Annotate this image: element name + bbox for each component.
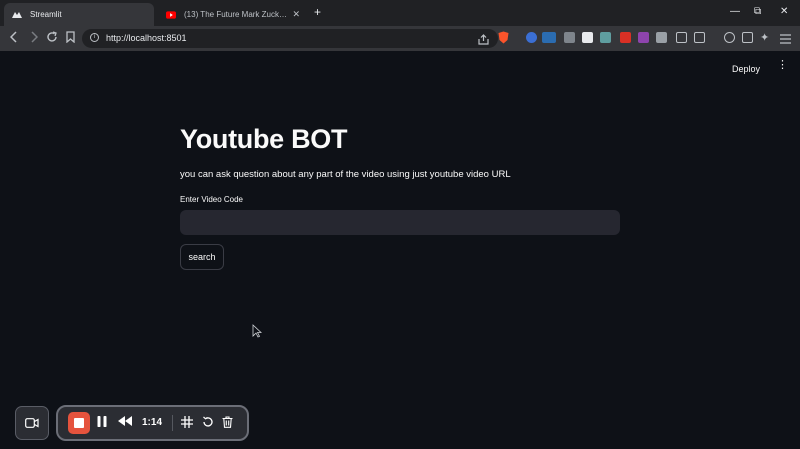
extension-icon[interactable] [600, 32, 611, 43]
trash-icon [222, 416, 233, 428]
new-tab-button[interactable]: + [314, 5, 321, 19]
share-icon[interactable] [478, 32, 489, 50]
leo-ai-icon[interactable]: ✦ [760, 31, 769, 44]
tab-youtube[interactable]: (13) The Future Mark Zuckerberg Is T ✕ [158, 3, 308, 26]
bookmark-icon[interactable] [66, 31, 75, 46]
more-options-icon[interactable]: ⋮ [777, 60, 788, 71]
extension-icon[interactable] [582, 32, 593, 43]
brave-shield-icon[interactable] [498, 31, 509, 49]
site-info-icon[interactable]: i [90, 33, 99, 42]
camera-toggle-button[interactable] [15, 406, 49, 440]
close-window-button[interactable]: ✕ [780, 6, 788, 17]
reload-icon[interactable] [46, 31, 58, 46]
camera-icon [25, 418, 39, 428]
main-menu-icon[interactable] [780, 31, 791, 49]
recording-timer: 1:14 [142, 417, 163, 428]
extension-icon[interactable] [656, 32, 667, 43]
url-text: http://localhost:8501 [106, 33, 187, 43]
divider [172, 415, 173, 431]
grid-button[interactable] [181, 416, 193, 431]
page-description: you can ask question about any part of t… [180, 169, 511, 180]
mouse-cursor-icon [252, 324, 263, 343]
youtube-favicon-icon [166, 10, 176, 20]
restart-button[interactable] [202, 416, 214, 431]
pause-button[interactable] [97, 416, 107, 430]
extension-icon[interactable] [564, 32, 575, 43]
deploy-button[interactable]: Deploy [732, 64, 760, 74]
extension-icon[interactable] [620, 32, 631, 43]
screenshot-icon[interactable] [694, 32, 705, 43]
stop-recording-button[interactable] [68, 412, 90, 434]
search-button[interactable]: search [180, 244, 224, 270]
tab-title: (13) The Future Mark Zuckerberg Is T [184, 10, 288, 19]
sidebar-toggle-icon[interactable] [742, 32, 753, 43]
media-control-icon[interactable] [724, 32, 735, 43]
video-code-input[interactable] [180, 210, 620, 235]
tab-bar: Streamlit (13) The Future Mark Zuckerber… [0, 0, 800, 26]
tab-streamlit[interactable]: Streamlit [4, 3, 154, 26]
video-code-label: Enter Video Code [180, 195, 244, 204]
minimize-button[interactable]: — [730, 6, 740, 17]
page-title: Youtube BOT [180, 124, 348, 154]
back-icon[interactable] [9, 31, 18, 46]
maximize-button[interactable]: ⧉ [754, 6, 761, 17]
stop-icon [74, 418, 84, 428]
delete-button[interactable] [222, 416, 233, 431]
forward-icon[interactable] [30, 31, 39, 46]
close-tab-icon[interactable]: ✕ [292, 9, 300, 20]
rewind-icon [118, 416, 132, 426]
pause-icon [97, 416, 107, 427]
restart-icon [203, 416, 213, 427]
streamlit-favicon-icon [12, 10, 22, 20]
extension-icon[interactable] [638, 32, 649, 43]
rewind-button[interactable] [118, 416, 132, 429]
grid-icon [181, 416, 193, 428]
extensions-puzzle-icon[interactable] [676, 32, 687, 43]
zoom-extension-icon[interactable] [542, 32, 556, 43]
tab-title: Streamlit [30, 10, 62, 19]
extension-icon[interactable] [526, 32, 537, 43]
